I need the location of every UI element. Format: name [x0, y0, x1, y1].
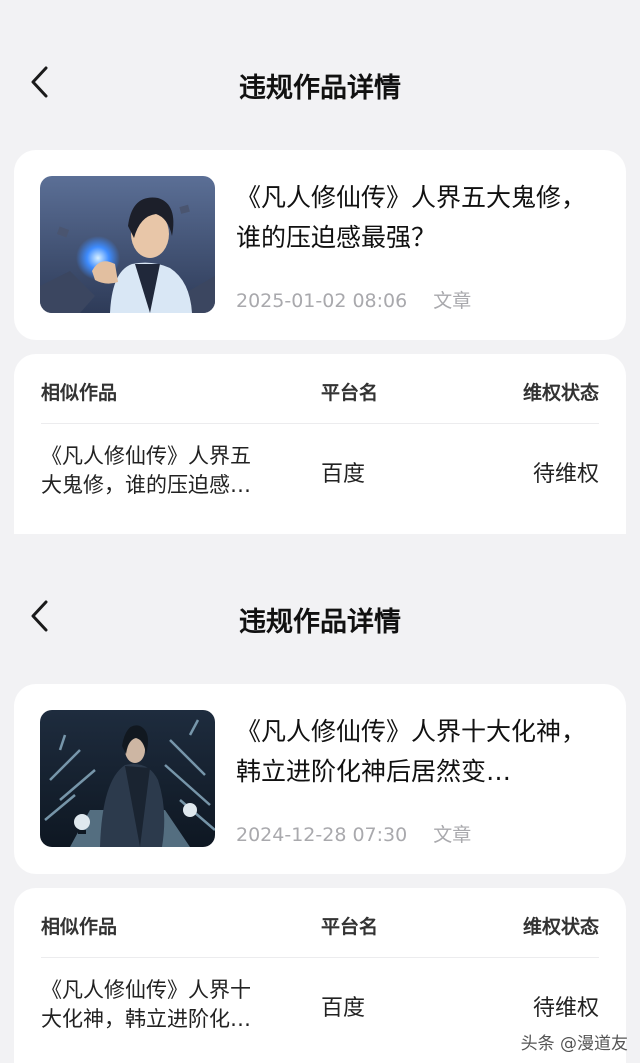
- work-type: 文章: [433, 290, 472, 312]
- work-thumbnail: [40, 176, 215, 313]
- column-header-status: 维权状态: [522, 382, 599, 404]
- column-header-title: 相似作品: [41, 916, 118, 938]
- page-title: 违规作品详情: [239, 73, 401, 104]
- column-header-title: 相似作品: [41, 382, 118, 404]
- divider: [41, 423, 599, 424]
- work-datetime: 2025-01-02 08:06: [236, 290, 408, 312]
- screen-1: 违规作品详情 《凡人修仙传》人界五大鬼修，谁的压迫感最强？ 2025-01-02…: [0, 0, 640, 534]
- platform-name: 百度: [321, 996, 366, 1021]
- work-thumbnail: [40, 710, 215, 847]
- nav-bar: 违规作品详情: [0, 582, 640, 652]
- work-card[interactable]: 《凡人修仙传》人界十大化神，韩立进阶化神后居然变… 2024-12-28 07:…: [14, 684, 626, 874]
- similar-work-title[interactable]: 《凡人修仙传》人界十大化神，韩立进阶化神后居然变…: [41, 976, 263, 1034]
- column-header-platform: 平台名: [321, 382, 379, 404]
- rights-status: 待维权: [532, 996, 599, 1021]
- work-title[interactable]: 《凡人修仙传》人界五大鬼修，谁的压迫感最强？: [236, 178, 606, 258]
- work-datetime: 2024-12-28 07:30: [236, 824, 408, 846]
- nav-bar: 违规作品详情: [0, 48, 640, 118]
- platform-name: 百度: [321, 462, 366, 487]
- divider: [41, 957, 599, 958]
- work-meta: 2025-01-02 08:06 文章: [236, 286, 471, 313]
- work-meta: 2024-12-28 07:30 文章: [236, 820, 471, 847]
- watermark: 头条 @漫道友: [520, 1034, 628, 1054]
- page-title: 违规作品详情: [239, 607, 401, 638]
- similar-work-title[interactable]: 《凡人修仙传》人界五大鬼修，谁的压迫感最强？: [41, 442, 263, 500]
- similar-works-table: 相似作品 平台名 维权状态 《凡人修仙传》人界五大鬼修，谁的压迫感最强？ 百度 …: [14, 354, 626, 534]
- rights-status: 待维权: [532, 462, 599, 487]
- work-card[interactable]: 《凡人修仙传》人界五大鬼修，谁的压迫感最强？ 2025-01-02 08:06 …: [14, 150, 626, 340]
- work-type: 文章: [433, 824, 472, 846]
- column-header-platform: 平台名: [321, 916, 379, 938]
- work-title[interactable]: 《凡人修仙传》人界十大化神，韩立进阶化神后居然变…: [236, 712, 606, 792]
- screen-2: 违规作品详情 《凡人修仙传》人界十大化神，韩立进阶化神后居然变… 2024-12…: [0, 534, 640, 1063]
- column-header-status: 维权状态: [522, 916, 599, 938]
